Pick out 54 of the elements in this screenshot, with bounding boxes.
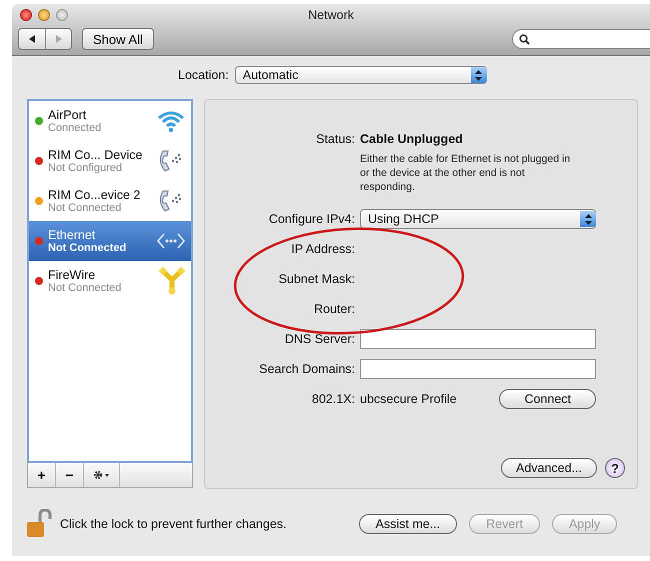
advanced-button[interactable]: Advanced... [500, 458, 597, 478]
auth-label: 802.1X: [312, 392, 355, 406]
input-field[interactable] [360, 359, 596, 379]
search-icon [519, 34, 530, 44]
window-title: Network [308, 8, 354, 22]
status-description: Either the cable for Ethernet is not plugged in or the device at the other end is not responding. [360, 152, 572, 194]
minimize-button[interactable] [38, 9, 50, 21]
search-field[interactable] [512, 29, 650, 49]
status-value: Cable Unplugged [360, 132, 464, 146]
service-name: FireWire [48, 268, 96, 282]
field-label: Subnet Mask: [278, 272, 355, 286]
service-status: Not Connected [48, 242, 128, 254]
input-field[interactable] [360, 329, 596, 349]
show-all-button[interactable]: Show All [82, 28, 154, 50]
left-arrow-icon [29, 35, 35, 43]
right-arrow-icon [56, 35, 62, 43]
add-button[interactable]: + [28, 463, 56, 487]
connect-button[interactable]: Connect [499, 389, 596, 409]
service-name: AirPort [48, 108, 88, 122]
dialog-button[interactable]: Assist me... [358, 514, 458, 534]
status-label: Status: [316, 132, 355, 146]
stepper-arrows-icon [584, 214, 592, 224]
service-item[interactable]: FireWire Not Connected [29, 261, 191, 301]
wifi-icon [157, 109, 185, 133]
location-label: Location: [178, 68, 229, 82]
field-label: Router: [314, 302, 355, 316]
field-label: DNS Server: [284, 332, 355, 346]
service-name: Ethernet [48, 228, 96, 242]
configure-ipv4-popup[interactable]: Using DHCP [360, 209, 596, 229]
service-name: RIM Co...evice 2 [48, 188, 142, 202]
help-button[interactable]: ? [605, 458, 625, 478]
ethernet-icon [157, 231, 185, 251]
service-status: Connected [48, 122, 102, 134]
close-button[interactable] [20, 9, 32, 21]
stepper-arrows-icon [475, 70, 482, 80]
service-status: Not Connected [48, 282, 122, 294]
field-label: Search Domains: [259, 362, 355, 376]
remove-button[interactable]: − [56, 463, 84, 487]
service-status: Not Connected [48, 202, 122, 214]
service-item[interactable]: AirPort Connected [29, 101, 191, 141]
service-name: RIM Co... Device [48, 148, 144, 162]
configure-ipv4-label: Configure IPv4: [268, 212, 355, 226]
lock-icon[interactable] [26, 509, 52, 539]
service-item[interactable]: RIM Co... Device Not Configured [29, 141, 191, 181]
field-label: IP Address: [291, 242, 355, 256]
auth-profile: ubcsecure Profile [360, 392, 457, 406]
firewire-icon [159, 267, 185, 295]
gear-icon [92, 470, 110, 480]
zoom-button[interactable] [56, 9, 68, 21]
service-status: Not Configured [48, 162, 123, 174]
service-item[interactable]: Ethernet Not Connected [29, 221, 191, 261]
location-popup[interactable]: Automatic [234, 66, 487, 84]
lock-text: Click the lock to prevent further changes. [60, 517, 287, 531]
service-item[interactable]: RIM Co...evice 2 Not Connected [29, 181, 191, 221]
